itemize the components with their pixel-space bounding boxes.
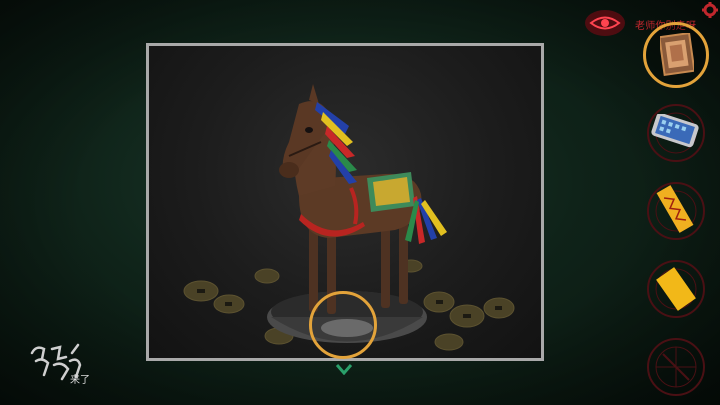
framed-picture-item [660, 33, 694, 77]
inventory-bar [641, 20, 715, 405]
eye-icon[interactable] [583, 8, 627, 38]
emblem-icon [647, 338, 705, 396]
yellow-paper-item [656, 267, 696, 311]
inventory-slot-empty[interactable] [643, 334, 709, 400]
inventory-slot-smartphone[interactable] [643, 100, 709, 166]
bowl-contents-hotspot[interactable] [309, 291, 377, 359]
game-logo [30, 343, 82, 381]
inventory-slot-yellow-paper[interactable] [643, 256, 709, 322]
chevron-down-icon[interactable] [335, 363, 353, 375]
inventory-slot-framed-picture[interactable] [643, 22, 709, 88]
smartphone-item [651, 114, 699, 148]
gear-icon[interactable] [701, 1, 719, 19]
paper-talisman-item [656, 185, 694, 233]
logo-text: 来了 [70, 375, 90, 386]
inventory-slot-talisman[interactable] [643, 178, 709, 244]
